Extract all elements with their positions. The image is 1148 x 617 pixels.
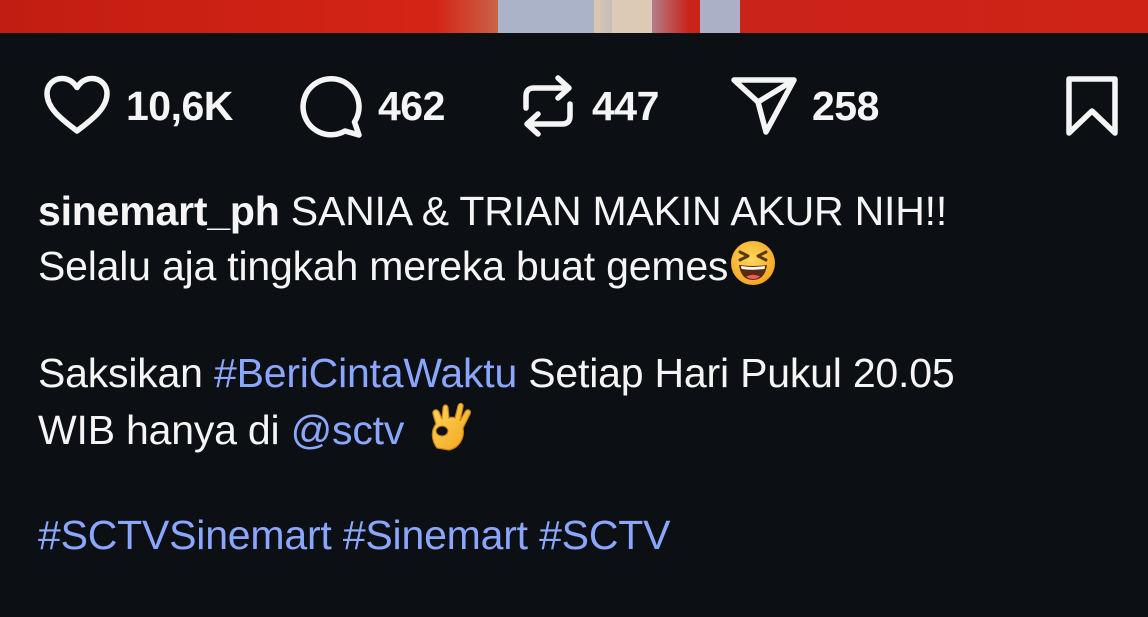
post-image[interactable] (0, 0, 1148, 33)
post-image-detail (700, 0, 740, 33)
save-button[interactable] (1064, 70, 1120, 142)
heart-icon (44, 75, 110, 134)
grinning-squinting-face-emoji (731, 241, 776, 285)
post-image-detail (612, 0, 652, 33)
caption-line: Saksikan #BeriCintaWaktu Setiap Hari Puk… (38, 346, 1138, 400)
mention-link[interactable]: @sctv (291, 407, 405, 453)
caption-text: Selalu aja tingkah mereka buat gemes (38, 243, 729, 289)
repost-count: 447 (592, 82, 659, 129)
caption-text: Setiap Hari Pukul 20.05 (517, 350, 955, 396)
hashtag-link[interactable]: #Sinemart (343, 512, 528, 558)
post-image-detail (498, 0, 594, 33)
caption-line: WIB hanya di @sctv (38, 400, 1138, 454)
post-action-bar: 10,6K 462 447 258 (0, 70, 1148, 142)
like-count: 10,6K (126, 82, 233, 129)
repost-icon (523, 75, 573, 137)
paper-plane-icon (731, 77, 797, 135)
hashtag-link[interactable]: #SCTV (539, 512, 670, 558)
caption-line: Selalu aja tingkah mereka buat gemes (38, 238, 1138, 292)
hashtag-link[interactable]: #SCTVSinemart (38, 512, 332, 558)
caption-hashtags: #SCTVSinemart #Sinemart #SCTV (38, 508, 1138, 562)
comment-button[interactable]: 462 (298, 70, 445, 142)
repost-button[interactable]: 447 (518, 70, 659, 142)
share-count: 258 (812, 82, 879, 129)
like-button[interactable]: 10,6K (42, 70, 233, 142)
bookmark-icon (1066, 76, 1118, 136)
caption-text: WIB hanya di (38, 407, 291, 453)
ok-hand-emoji (432, 402, 472, 451)
caption-line: sinemart_ph SANIA & TRIAN MAKIN AKUR NIH… (38, 184, 1138, 238)
post-caption: sinemart_ph SANIA & TRIAN MAKIN AKUR NIH… (38, 184, 1138, 562)
comment-count: 462 (378, 82, 445, 129)
author-username[interactable]: sinemart_ph (38, 188, 280, 234)
hashtag-link[interactable]: #BeriCintaWaktu (214, 350, 517, 396)
comment-bubble-icon (300, 76, 362, 138)
caption-text: SANIA & TRIAN MAKIN AKUR NIH!! (279, 188, 948, 234)
share-button[interactable]: 258 (730, 70, 879, 142)
caption-text: Saksikan (38, 350, 214, 396)
